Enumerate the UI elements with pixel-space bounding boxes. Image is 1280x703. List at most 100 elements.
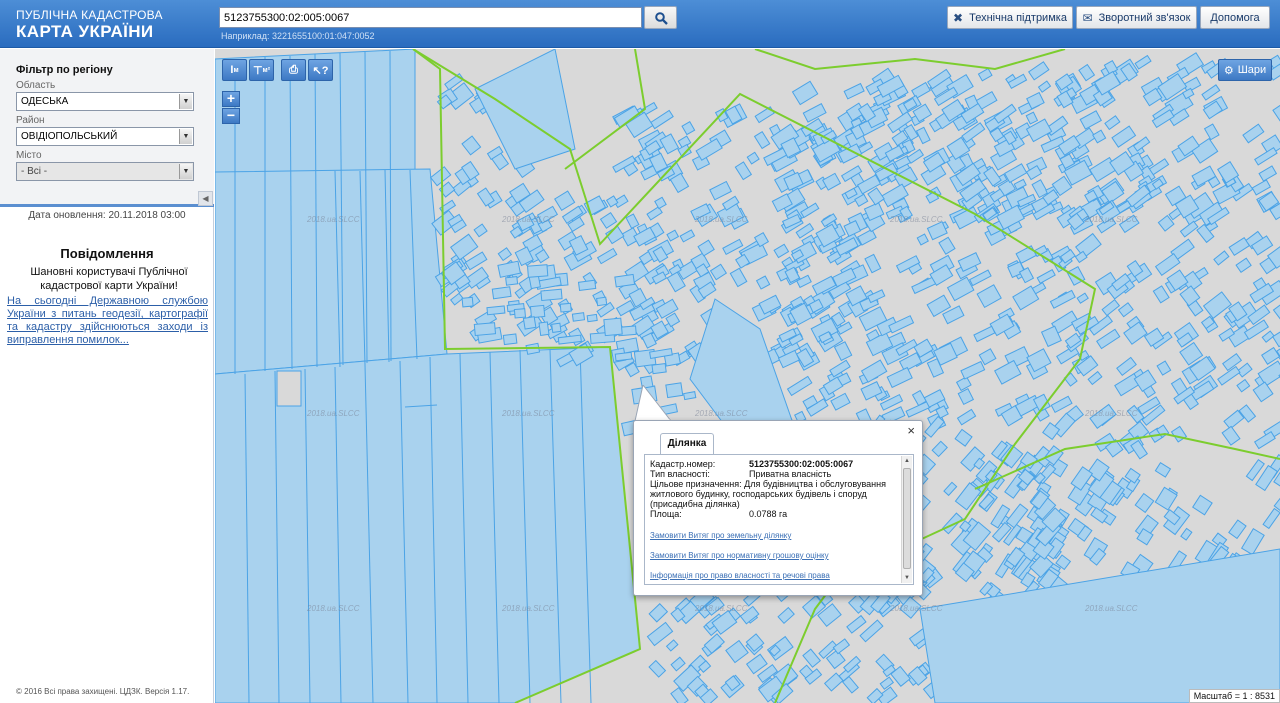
parcel[interactable]	[577, 279, 597, 292]
measure-area-button[interactable]: ⊤ м²	[249, 59, 274, 81]
parcel[interactable]	[681, 121, 696, 136]
tab-parcel[interactable]: Ділянка	[660, 433, 714, 454]
parcel[interactable]	[1015, 245, 1037, 265]
parcel[interactable]	[571, 312, 586, 322]
parcel[interactable]	[599, 211, 618, 229]
parcel[interactable]	[1222, 352, 1243, 372]
parcel[interactable]	[734, 161, 753, 181]
parcel[interactable]	[786, 375, 813, 397]
parcel[interactable]	[777, 606, 795, 625]
parcel[interactable]	[614, 273, 636, 288]
app-logo[interactable]: ПУБЛІЧНА КАДАСТРОВА КАРТА УКРАЇНИ	[16, 9, 163, 40]
parcel[interactable]	[773, 243, 790, 259]
parcel[interactable]	[973, 325, 996, 343]
parcel[interactable]	[843, 82, 865, 100]
parcel[interactable]	[695, 137, 723, 161]
parcel[interactable]	[886, 366, 913, 389]
parcel[interactable]	[449, 292, 464, 306]
popup-scrollbar[interactable]: ▲ ▼	[901, 456, 912, 583]
parcel[interactable]	[976, 284, 1002, 309]
parcel[interactable]	[954, 428, 973, 447]
parcel[interactable]	[1037, 80, 1052, 93]
parcel[interactable]	[683, 391, 697, 401]
search-input[interactable]	[219, 7, 642, 28]
print-button[interactable]: ⎙	[281, 59, 306, 81]
parcel[interactable]	[1258, 165, 1278, 182]
parcel[interactable]	[941, 512, 963, 535]
parcel[interactable]	[1221, 425, 1241, 446]
zoom-in-button[interactable]: +	[222, 91, 240, 107]
parcel[interactable]	[1272, 329, 1280, 348]
parcel[interactable]	[559, 302, 572, 313]
parcel[interactable]	[670, 686, 689, 703]
parcel[interactable]	[586, 313, 598, 323]
parcel[interactable]	[1152, 285, 1170, 304]
parcel[interactable]	[864, 253, 882, 274]
parcel[interactable]	[596, 296, 608, 307]
parcel[interactable]	[1252, 381, 1274, 403]
parcel[interactable]	[1228, 236, 1251, 257]
parcel[interactable]	[746, 151, 760, 165]
ownership-rights-link[interactable]: Інформація про право власності та речові…	[650, 571, 900, 581]
feedback-button[interactable]: ✉ Зворотний зв'язок	[1076, 6, 1197, 29]
parcel[interactable]	[978, 348, 997, 366]
parcel[interactable]	[1036, 268, 1056, 284]
parcel[interactable]	[977, 67, 993, 82]
parcel[interactable]	[679, 229, 696, 243]
parcel[interactable]	[1031, 179, 1049, 199]
parcel[interactable]	[856, 228, 877, 246]
parcel[interactable]	[1116, 356, 1137, 377]
parcel[interactable]	[791, 80, 819, 106]
parcel[interactable]	[1262, 507, 1280, 530]
parcel[interactable]	[960, 360, 986, 380]
parcel[interactable]	[1005, 503, 1029, 529]
parcel[interactable]	[603, 317, 623, 337]
parcel[interactable]	[491, 286, 512, 300]
layers-button[interactable]: ⚙ Шари	[1218, 59, 1272, 81]
parcel[interactable]	[461, 135, 482, 156]
parcel[interactable]	[614, 351, 633, 362]
parcel[interactable]	[1104, 115, 1121, 131]
city-select[interactable]: - Всі - ▼	[16, 162, 194, 181]
parcel[interactable]	[1192, 494, 1213, 516]
zoom-out-button[interactable]: −	[222, 108, 240, 124]
map-canvas[interactable]: 2018.ua.SLCC 2018.ua.SLCC 2018.ua.SLCC 2…	[215, 49, 1280, 703]
parcel[interactable]	[1272, 99, 1280, 124]
parcel[interactable]	[729, 267, 748, 288]
parcel[interactable]	[915, 126, 931, 145]
parcel[interactable]	[648, 603, 669, 623]
identify-button[interactable]: ↖?	[308, 59, 333, 81]
parcel[interactable]	[1049, 289, 1076, 309]
parcel[interactable]	[956, 408, 977, 426]
parcel[interactable]	[625, 213, 640, 229]
parcel[interactable]	[646, 206, 663, 221]
measure-length-button[interactable]: Iм	[222, 59, 247, 81]
parcel[interactable]	[497, 247, 513, 262]
parcel[interactable]	[916, 233, 929, 246]
parcel[interactable]	[522, 316, 537, 330]
parcel[interactable]	[1134, 492, 1155, 514]
parcel[interactable]	[464, 251, 488, 271]
parcel[interactable]	[502, 333, 518, 346]
parcel[interactable]	[654, 196, 667, 210]
parcel[interactable]	[766, 635, 794, 661]
parcel[interactable]	[633, 226, 657, 247]
parcel[interactable]	[867, 187, 885, 206]
parcel[interactable]	[879, 676, 895, 690]
parcel[interactable]	[1251, 179, 1272, 196]
parcel[interactable]	[753, 130, 771, 150]
parcel[interactable]	[832, 638, 851, 655]
parcel[interactable]	[526, 264, 549, 278]
parcel[interactable]	[1180, 527, 1193, 541]
parcel[interactable]	[1236, 378, 1251, 393]
parcel[interactable]	[802, 648, 822, 668]
parcel[interactable]	[1240, 528, 1265, 556]
parcel[interactable]	[802, 103, 827, 123]
parcel[interactable]	[709, 180, 732, 201]
parcel[interactable]	[725, 639, 749, 664]
parcel[interactable]	[931, 440, 948, 458]
parcel[interactable]	[1236, 362, 1253, 378]
parcel[interactable]	[646, 621, 674, 647]
parcel[interactable]	[461, 296, 474, 308]
parcel[interactable]	[648, 659, 667, 678]
